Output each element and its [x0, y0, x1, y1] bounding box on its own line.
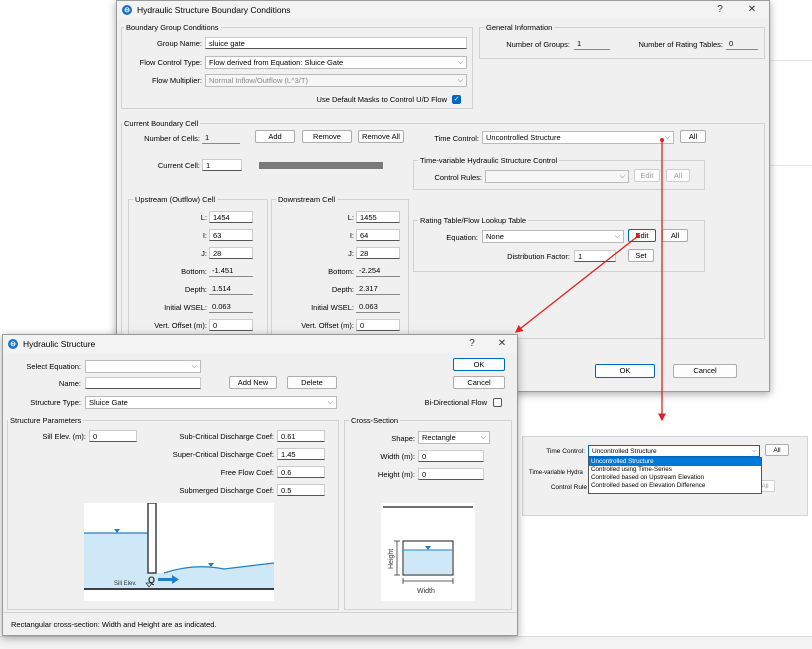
- arrow-origin-dot: [660, 138, 664, 142]
- arrow-edit-to-structure: [514, 235, 639, 333]
- arrow-origin-dot: [636, 234, 640, 238]
- annotation-arrows: [514, 138, 666, 422]
